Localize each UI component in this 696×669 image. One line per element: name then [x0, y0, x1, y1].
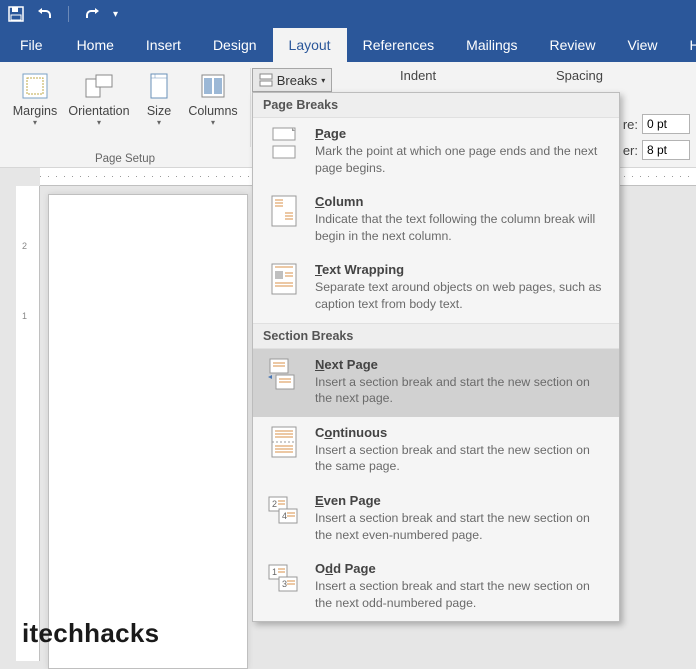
tab-layout[interactable]: Layout [273, 28, 347, 62]
svg-text:4: 4 [282, 511, 287, 521]
menu-item-odd-page[interactable]: 13 Odd Page Insert a section break and s… [253, 553, 619, 621]
breaks-label: Breaks [277, 73, 317, 88]
spacing-before-input[interactable] [642, 114, 690, 134]
chevron-down-icon: ▾ [33, 118, 37, 127]
indent-label: Indent [400, 68, 436, 83]
spacing-after-input[interactable] [642, 140, 690, 160]
size-icon [143, 70, 175, 102]
menu-desc: Indicate that the text following the col… [315, 211, 607, 244]
undo-icon[interactable] [38, 7, 54, 21]
ribbon-tab-strip: File Home Insert Design Layout Reference… [0, 28, 696, 62]
menu-title: Odd Page [315, 561, 607, 576]
menu-desc: Insert a section break and start the new… [315, 510, 607, 543]
spacing-label: Spacing [556, 68, 603, 83]
even-page-icon: 24 [267, 493, 301, 527]
chevron-down-icon: ▾ [97, 118, 101, 127]
margins-button[interactable]: Margins ▾ [9, 66, 61, 127]
tab-view[interactable]: View [611, 28, 673, 62]
tab-help[interactable]: Help [674, 28, 696, 62]
qat-separator [68, 6, 69, 22]
menu-item-text-wrapping-break[interactable]: Text Wrapping Separate text around objec… [253, 254, 619, 322]
orientation-button[interactable]: Orientation ▾ [65, 66, 133, 127]
title-bar: ▾ [0, 0, 696, 28]
vertical-ruler[interactable]: 2 1 [16, 186, 40, 661]
tab-file[interactable]: File [2, 28, 61, 62]
group-label-page-setup: Page Setup [0, 153, 250, 165]
breaks-dropdown: Page Breaks Page Mark the point at which… [252, 92, 620, 622]
redo-icon[interactable] [83, 7, 99, 21]
columns-label: Columns [188, 104, 237, 118]
odd-page-icon: 13 [267, 561, 301, 595]
menu-title: Continuous [315, 425, 607, 440]
chevron-down-icon: ▾ [157, 118, 161, 127]
chevron-down-icon: ▾ [321, 76, 325, 85]
tab-references[interactable]: References [347, 28, 451, 62]
menu-item-column-break[interactable]: Column Indicate that the text following … [253, 186, 619, 254]
menu-title: Next Page [315, 357, 607, 372]
margins-label: Margins [13, 104, 57, 118]
breaks-section-section-breaks: Section Breaks [253, 323, 619, 349]
menu-desc: Insert a section break and start the new… [315, 578, 607, 611]
spacing-after-label-fragment: er: [623, 143, 638, 158]
breaks-icon [259, 73, 273, 87]
menu-item-even-page[interactable]: 24 Even Page Insert a section break and … [253, 485, 619, 553]
columns-icon [197, 70, 229, 102]
tab-mailings[interactable]: Mailings [450, 28, 533, 62]
breaks-section-page-breaks: Page Breaks [253, 93, 619, 118]
menu-title: Even Page [315, 493, 607, 508]
group-page-setup: Margins ▾ Orientation ▾ Size ▾ [0, 62, 250, 167]
svg-text:3: 3 [282, 579, 287, 589]
column-break-icon [267, 194, 301, 228]
menu-item-continuous[interactable]: Continuous Insert a section break and st… [253, 417, 619, 485]
menu-item-next-page[interactable]: Next Page Insert a section break and sta… [253, 349, 619, 417]
save-icon[interactable] [8, 6, 24, 22]
columns-button[interactable]: Columns ▾ [185, 66, 241, 127]
watermark-text: itechhacks [22, 618, 159, 649]
menu-desc: Separate text around objects on web page… [315, 279, 607, 312]
ribbon-separator [250, 68, 251, 147]
menu-desc: Insert a section break and start the new… [315, 374, 607, 407]
menu-desc: Mark the point at which one page ends an… [315, 143, 607, 176]
menu-title: Column [315, 194, 607, 209]
customize-qat-icon[interactable]: ▾ [113, 9, 118, 20]
document-page[interactable] [48, 194, 248, 669]
tab-review[interactable]: Review [534, 28, 612, 62]
svg-text:2: 2 [272, 499, 277, 509]
size-button[interactable]: Size ▾ [137, 66, 181, 127]
tab-home[interactable]: Home [61, 28, 130, 62]
menu-item-page-break[interactable]: Page Mark the point at which one page en… [253, 118, 619, 186]
orientation-label: Orientation [68, 104, 129, 118]
orientation-icon [83, 70, 115, 102]
page-break-icon [267, 126, 301, 160]
menu-title: Page [315, 126, 607, 141]
spacing-before-label-fragment: re: [623, 117, 638, 132]
next-page-icon [267, 357, 301, 391]
tab-insert[interactable]: Insert [130, 28, 197, 62]
svg-text:1: 1 [272, 567, 277, 577]
menu-desc: Insert a section break and start the new… [315, 442, 607, 475]
margins-icon [19, 70, 51, 102]
text-wrapping-icon [267, 262, 301, 296]
breaks-button[interactable]: Breaks ▾ [252, 68, 332, 92]
chevron-down-icon: ▾ [211, 118, 215, 127]
tab-design[interactable]: Design [197, 28, 273, 62]
size-label: Size [147, 104, 171, 118]
continuous-icon [267, 425, 301, 459]
ribbon-body: Margins ▾ Orientation ▾ Size ▾ [0, 62, 696, 168]
menu-title: Text Wrapping [315, 262, 607, 277]
